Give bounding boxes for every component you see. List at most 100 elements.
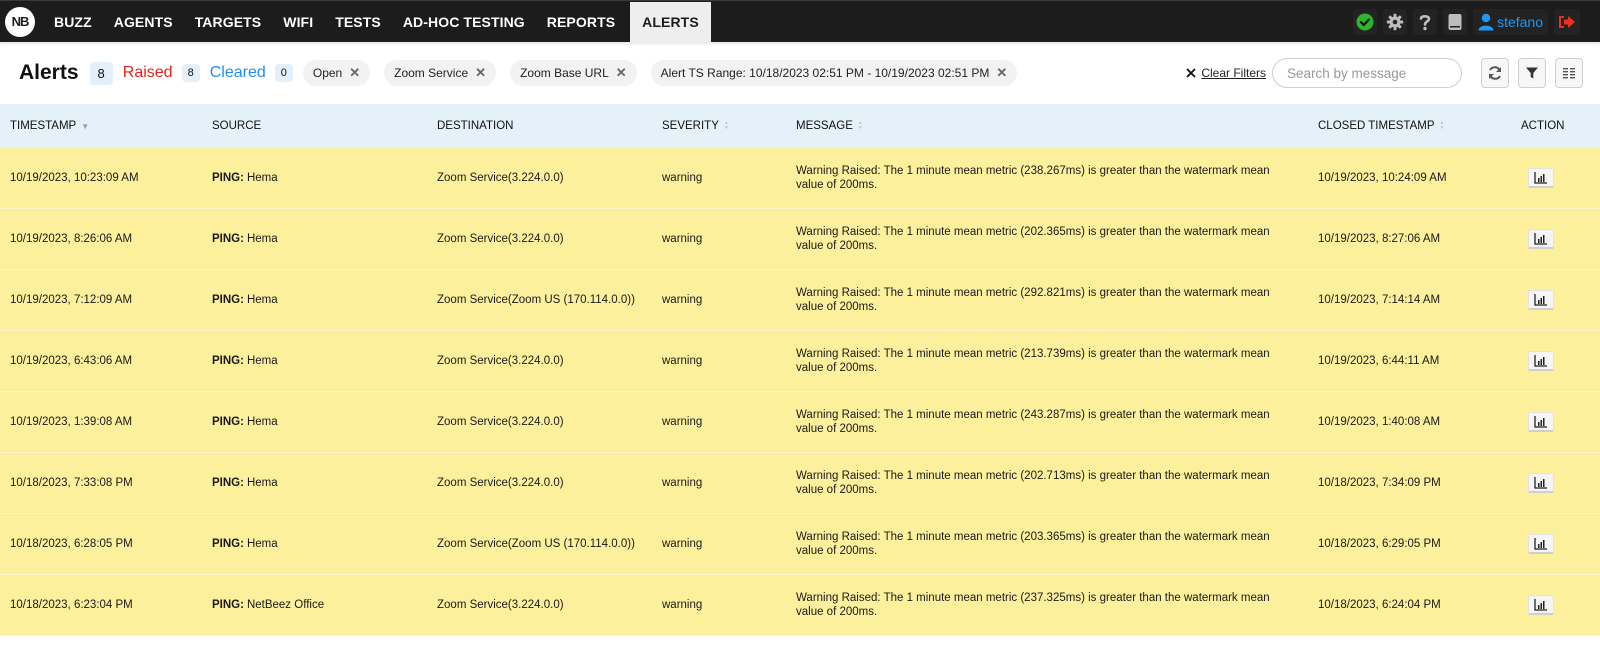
cell-timestamp: 10/19/2023, 8:26:06 AM — [10, 233, 133, 245]
columns-button[interactable] — [1555, 58, 1583, 88]
remove-filter-icon[interactable]: ✕ — [996, 65, 1007, 81]
cell-severity: warning — [662, 599, 703, 611]
cell-severity: warning — [662, 538, 703, 550]
source-type: PING: — [212, 355, 244, 367]
cell-destination: Zoom Service(3.224.0.0) — [437, 355, 564, 367]
cell-timestamp: 10/18/2023, 7:33:08 PM — [10, 477, 133, 489]
nav-item-reports[interactable]: REPORTS — [536, 1, 626, 43]
status-ok-button[interactable] — [1353, 9, 1378, 35]
view-chart-button[interactable] — [1528, 351, 1554, 371]
nav-right-controls: stefano — [1353, 1, 1580, 43]
gear-icon — [1386, 13, 1404, 31]
remove-filter-icon[interactable]: ✕ — [475, 65, 486, 81]
help-button[interactable] — [1413, 9, 1438, 35]
cell-action — [1511, 331, 1600, 391]
refresh-icon — [1489, 66, 1501, 80]
view-chart-button[interactable] — [1528, 595, 1554, 615]
columns-icon — [1563, 68, 1575, 79]
table-row[interactable]: 10/18/2023, 6:28:05 PM PING: Hema Zoom S… — [0, 514, 1600, 575]
nav-item-agents[interactable]: AGENTS — [103, 1, 184, 43]
cell-source: PING: NetBeez Office — [202, 575, 427, 635]
view-chart-button[interactable] — [1528, 168, 1554, 188]
logout-button[interactable] — [1554, 9, 1580, 35]
table-row[interactable]: 10/18/2023, 7:33:08 PM PING: Hema Zoom S… — [0, 453, 1600, 514]
source-type: PING: — [212, 172, 244, 184]
user-menu[interactable]: stefano — [1473, 9, 1548, 35]
search-input[interactable] — [1272, 58, 1462, 88]
raised-count-badge: 8 — [181, 64, 200, 82]
cleared-filter-link[interactable]: Cleared — [210, 64, 266, 82]
cell-message: Warning Raised: The 1 minute mean metric… — [796, 409, 1270, 435]
column-label: SOURCE — [212, 120, 262, 132]
cell-action — [1511, 453, 1600, 513]
remove-filter-icon[interactable]: ✕ — [349, 65, 360, 81]
nav-item-wifi[interactable]: WIFI — [272, 1, 324, 43]
filter-chip-label: Alert TS Range: 10/18/2023 02:51 PM - 10… — [660, 66, 990, 80]
user-icon — [1478, 13, 1494, 31]
help-icon — [1419, 14, 1431, 31]
cell-closed-timestamp: 10/19/2023, 1:40:08 AM — [1318, 416, 1441, 428]
source-name: NetBeez Office — [246, 599, 325, 611]
nav-item-alerts[interactable]: ALERTS — [630, 1, 711, 42]
column-header-source: SOURCE — [202, 104, 427, 148]
view-chart-button[interactable] — [1528, 534, 1554, 554]
cell-source: PING: Hema — [202, 270, 427, 330]
column-header-closed-timestamp[interactable]: CLOSED TIMESTAMP ▲ ▼ — [1308, 104, 1511, 148]
netbeez-logo[interactable]: NB — [5, 6, 35, 37]
column-header-destination: DESTINATION — [427, 104, 652, 148]
nav-item-buzz[interactable]: BUZZ — [43, 1, 103, 43]
column-label: TIMESTAMP — [10, 120, 77, 132]
cell-message: Warning Raised: The 1 minute mean metric… — [796, 287, 1270, 313]
nav-item-ad-hoc-testing[interactable]: AD-HOC TESTING — [392, 1, 536, 43]
cell-destination: Zoom Service(3.224.0.0) — [437, 477, 564, 489]
alerts-toolbar: Alerts 8 Raised 8 Cleared 0 Open ✕ Zoom … — [0, 42, 1600, 104]
cell-severity: warning — [662, 294, 703, 306]
source-type: PING: — [212, 477, 244, 489]
cell-destination: Zoom Service(3.224.0.0) — [437, 599, 564, 611]
filter-chip-label: Zoom Service — [394, 66, 469, 80]
column-header-timestamp[interactable]: TIMESTAMP ▼ — [0, 104, 202, 148]
cell-timestamp: 10/18/2023, 6:28:05 PM — [10, 538, 133, 550]
cell-message: Warning Raised: The 1 minute mean metric… — [796, 470, 1270, 496]
cell-closed-timestamp: 10/18/2023, 6:24:04 PM — [1318, 599, 1441, 611]
filter-icon — [1526, 67, 1538, 79]
source-name: Hema — [246, 355, 278, 367]
cell-message: Warning Raised: The 1 minute mean metric… — [796, 226, 1270, 252]
raised-filter-link[interactable]: Raised — [123, 64, 173, 82]
cell-action — [1511, 270, 1600, 330]
filter-button[interactable] — [1518, 58, 1546, 88]
table-row[interactable]: 10/19/2023, 7:12:09 AM PING: Hema Zoom S… — [0, 270, 1600, 331]
table-row[interactable]: 10/19/2023, 6:43:06 AM PING: Hema Zoom S… — [0, 331, 1600, 392]
table-row[interactable]: 10/19/2023, 8:26:06 AM PING: Hema Zoom S… — [0, 209, 1600, 270]
view-chart-button[interactable] — [1528, 473, 1554, 493]
filter-chip-open: Open ✕ — [302, 60, 371, 86]
view-chart-button[interactable] — [1528, 290, 1554, 310]
page-title: Alerts — [19, 61, 79, 84]
cell-source: PING: Hema — [202, 331, 427, 391]
cell-source: PING: Hema — [202, 514, 427, 574]
source-name: Hema — [246, 294, 278, 306]
table-row[interactable]: 10/19/2023, 1:39:08 AM PING: Hema Zoom S… — [0, 392, 1600, 453]
docs-button[interactable] — [1443, 9, 1468, 35]
column-header-severity[interactable]: SEVERITY ▲ ▼ — [652, 104, 786, 148]
view-chart-button[interactable] — [1528, 229, 1554, 249]
cell-timestamp: 10/19/2023, 1:39:08 AM — [10, 416, 133, 428]
clear-filters-button[interactable]: Clear Filters — [1186, 66, 1266, 80]
nav-item-targets[interactable]: TARGETS — [184, 1, 273, 43]
table-header: TIMESTAMP ▼ SOURCE DESTINATION SEVERITY … — [0, 104, 1600, 148]
nav-item-tests[interactable]: TESTS — [324, 1, 392, 43]
refresh-button[interactable] — [1481, 58, 1509, 88]
cell-source: PING: Hema — [202, 392, 427, 452]
table-row[interactable]: 10/18/2023, 6:23:04 PM PING: NetBeez Off… — [0, 575, 1600, 636]
view-chart-button[interactable] — [1528, 412, 1554, 432]
remove-filter-icon[interactable]: ✕ — [616, 65, 627, 81]
cell-closed-timestamp: 10/19/2023, 8:27:06 AM — [1318, 233, 1441, 245]
column-label: SEVERITY — [662, 120, 719, 132]
cell-severity: warning — [662, 233, 703, 245]
clear-filters-label: Clear Filters — [1201, 66, 1266, 80]
column-header-message[interactable]: MESSAGE ▲ ▼ — [786, 104, 1308, 148]
table-row[interactable]: 10/19/2023, 10:23:09 AM PING: Hema Zoom … — [0, 148, 1600, 209]
column-label: CLOSED TIMESTAMP — [1318, 120, 1435, 132]
toolbar-right-controls: Clear Filters — [1186, 42, 1583, 104]
settings-button[interactable] — [1383, 9, 1408, 35]
